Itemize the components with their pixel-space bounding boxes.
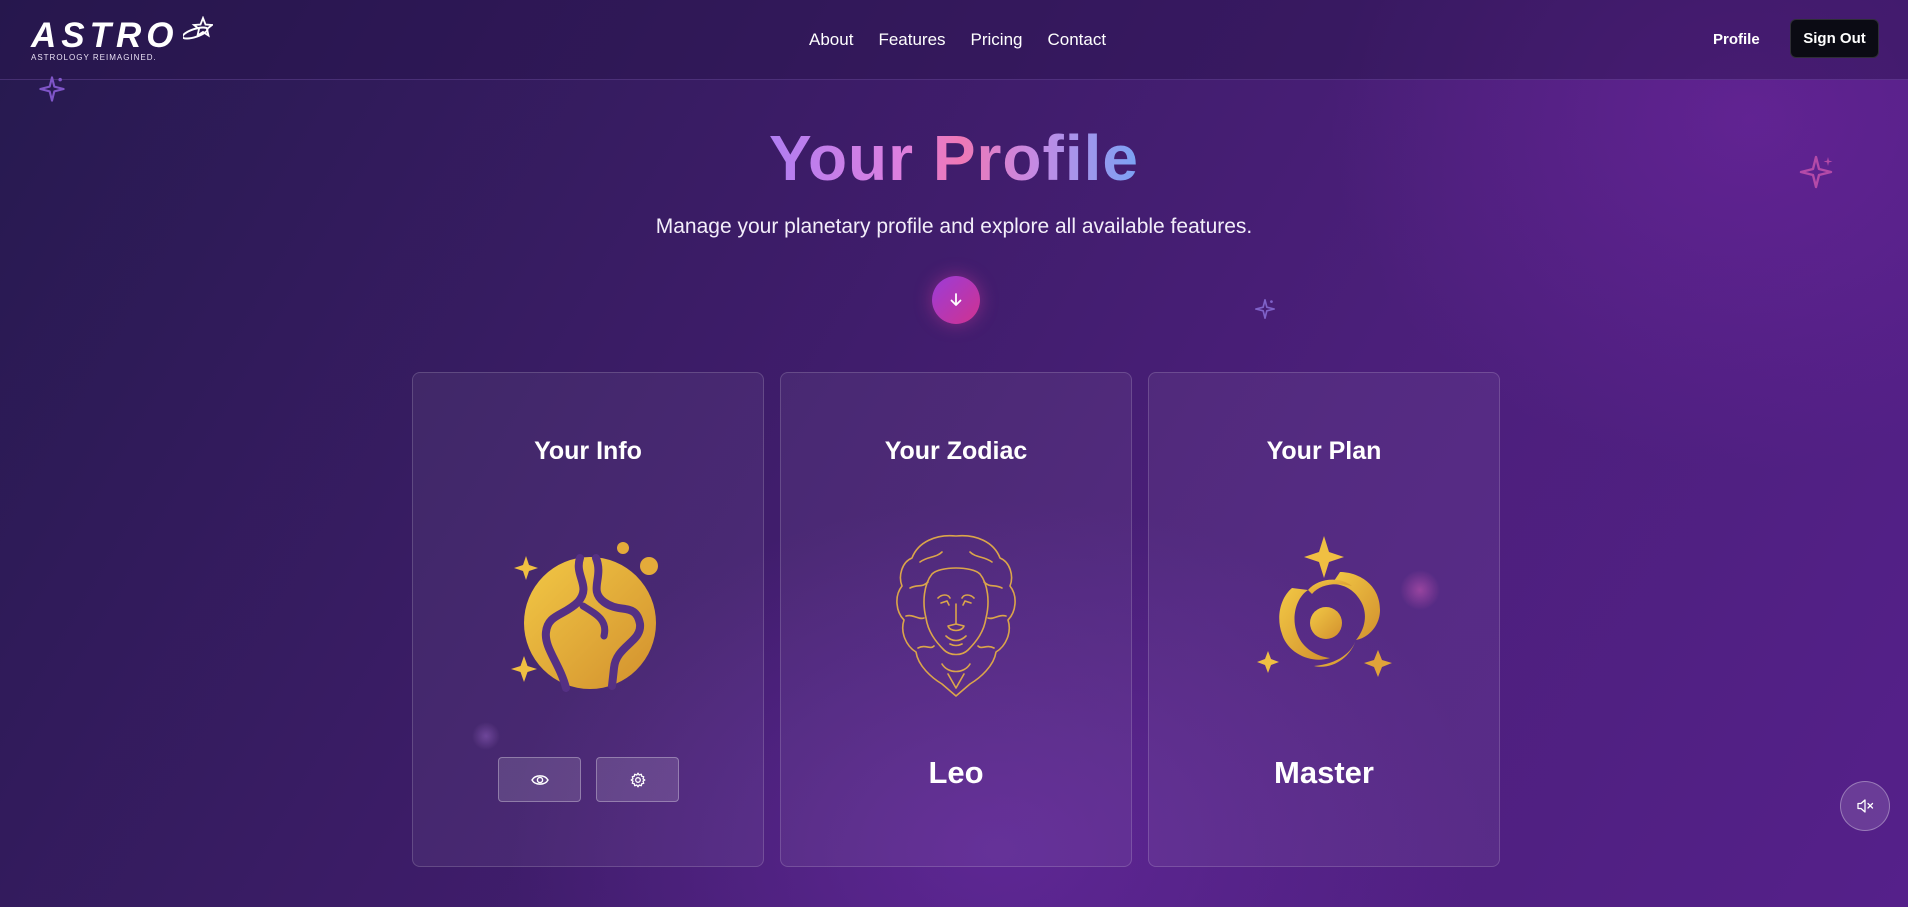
speaker-muted-icon xyxy=(1857,799,1874,813)
logo-tagline: ASTROLOGY REIMAGINED. xyxy=(31,53,157,62)
galaxy-icon xyxy=(1257,536,1392,677)
top-navigation-bar: ASTRO ASTROLOGY REIMAGINED. About Featur… xyxy=(0,0,1908,80)
profile-link[interactable]: Profile xyxy=(1713,30,1760,50)
info-card: Your Info xyxy=(412,372,764,867)
mute-sound-button[interactable] xyxy=(1840,781,1890,831)
plan-card: Your Plan Master xyxy=(1148,372,1500,867)
arrow-down-icon xyxy=(950,293,962,306)
planet-icon xyxy=(511,542,658,692)
view-info-button[interactable] xyxy=(498,757,581,802)
card-title: Your Zodiac xyxy=(884,437,1028,465)
logo-wordmark: ASTRO xyxy=(31,16,179,55)
sparkle-icon xyxy=(1255,299,1275,319)
eye-icon xyxy=(530,774,549,785)
plan-tier-value: Master xyxy=(1274,755,1374,790)
sign-out-button[interactable]: Sign Out xyxy=(1790,19,1879,58)
main-nav: About Features Pricing Contact xyxy=(809,29,1106,51)
nav-link-contact[interactable]: Contact xyxy=(1048,29,1107,51)
card-title: Your Info xyxy=(534,437,642,465)
scroll-down-button[interactable] xyxy=(932,276,980,324)
page-subtitle: Manage your planetary profile and explor… xyxy=(655,215,1253,238)
nav-link-features[interactable]: Features xyxy=(878,29,945,51)
gear-icon xyxy=(630,772,645,787)
sparkle-icon xyxy=(39,76,65,102)
logo-star-icon xyxy=(183,16,213,40)
nav-link-pricing[interactable]: Pricing xyxy=(971,29,1023,51)
nav-link-about[interactable]: About xyxy=(809,29,853,51)
card-title: Your Plan xyxy=(1266,437,1382,465)
edit-settings-button[interactable] xyxy=(596,757,679,802)
lion-icon xyxy=(896,534,1016,697)
zodiac-card: Your Zodiac Leo xyxy=(780,372,1132,867)
astro-logo[interactable]: ASTRO ASTROLOGY REIMAGINED. xyxy=(31,16,216,64)
zodiac-sign-value: Leo xyxy=(928,755,984,790)
page-title: Your Profile xyxy=(769,122,1139,194)
